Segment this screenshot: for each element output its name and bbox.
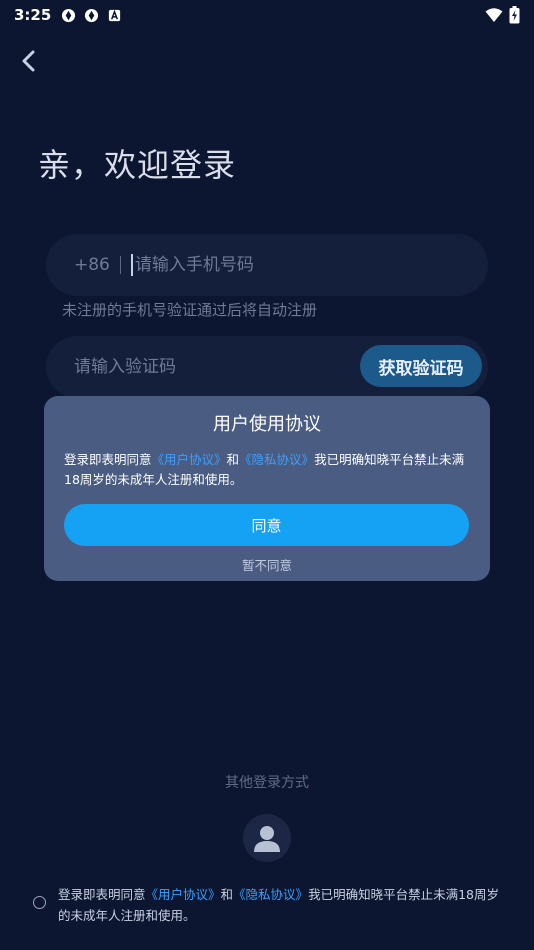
footer-agreement-text: 登录即表明同意《用户协议》和《隐私协议》我已明确知晓平台禁止未满18周岁的未成年… bbox=[58, 884, 508, 926]
footer-user-agreement-link[interactable]: 《用户协议》 bbox=[146, 887, 221, 902]
verification-code-field[interactable]: 获取验证码 bbox=[46, 336, 488, 398]
dialog-text-prefix: 登录即表明同意 bbox=[64, 452, 152, 467]
app-notification-icon bbox=[85, 8, 99, 22]
status-time: 3:25 bbox=[14, 6, 52, 24]
register-hint: 未注册的手机号验证通过后将自动注册 bbox=[62, 301, 318, 319]
chevron-left-icon bbox=[22, 50, 35, 72]
status-bar: 3:25 bbox=[0, 0, 534, 30]
dialog-title: 用户使用协议 bbox=[213, 414, 321, 435]
battery-charging-icon bbox=[509, 6, 520, 24]
accessibility-a-icon bbox=[109, 9, 121, 21]
phone-input[interactable] bbox=[134, 255, 395, 275]
wifi-icon bbox=[485, 8, 503, 22]
field-divider bbox=[119, 256, 121, 274]
user-avatar-icon bbox=[254, 826, 280, 852]
phone-field[interactable]: +86 bbox=[46, 234, 488, 296]
footer-text-and: 和 bbox=[220, 887, 234, 902]
user-agreement-link[interactable]: 《用户协议》 bbox=[152, 452, 227, 467]
footer-text-prefix: 登录即表明同意 bbox=[58, 887, 146, 902]
guest-login-button[interactable] bbox=[243, 814, 291, 862]
status-icons bbox=[61, 8, 122, 23]
agree-button[interactable]: 同意 bbox=[64, 504, 469, 546]
get-code-button[interactable]: 获取验证码 bbox=[360, 345, 482, 387]
dialog-text-and: 和 bbox=[226, 452, 240, 467]
page-title: 亲，欢迎登录 bbox=[38, 146, 237, 184]
back-button[interactable] bbox=[14, 46, 44, 76]
dialog-text: 登录即表明同意《用户协议》和《隐私协议》我已明确知晓平台禁止未满18周岁的未成年… bbox=[64, 450, 474, 490]
app-notification-icon bbox=[62, 8, 76, 22]
other-login-label: 其他登录方式 bbox=[225, 775, 309, 791]
agreement-radio[interactable] bbox=[33, 896, 46, 909]
text-cursor bbox=[130, 254, 133, 276]
footer-privacy-agreement-link[interactable]: 《隐私协议》 bbox=[233, 887, 308, 902]
country-code[interactable]: +86 bbox=[74, 255, 110, 275]
status-right bbox=[485, 6, 520, 24]
verification-code-input[interactable] bbox=[74, 357, 334, 377]
disagree-button[interactable]: 暂不同意 bbox=[44, 555, 490, 574]
agreement-dialog: 用户使用协议 登录即表明同意《用户协议》和《隐私协议》我已明确知晓平台禁止未满1… bbox=[44, 396, 490, 581]
privacy-agreement-link[interactable]: 《隐私协议》 bbox=[239, 452, 314, 467]
